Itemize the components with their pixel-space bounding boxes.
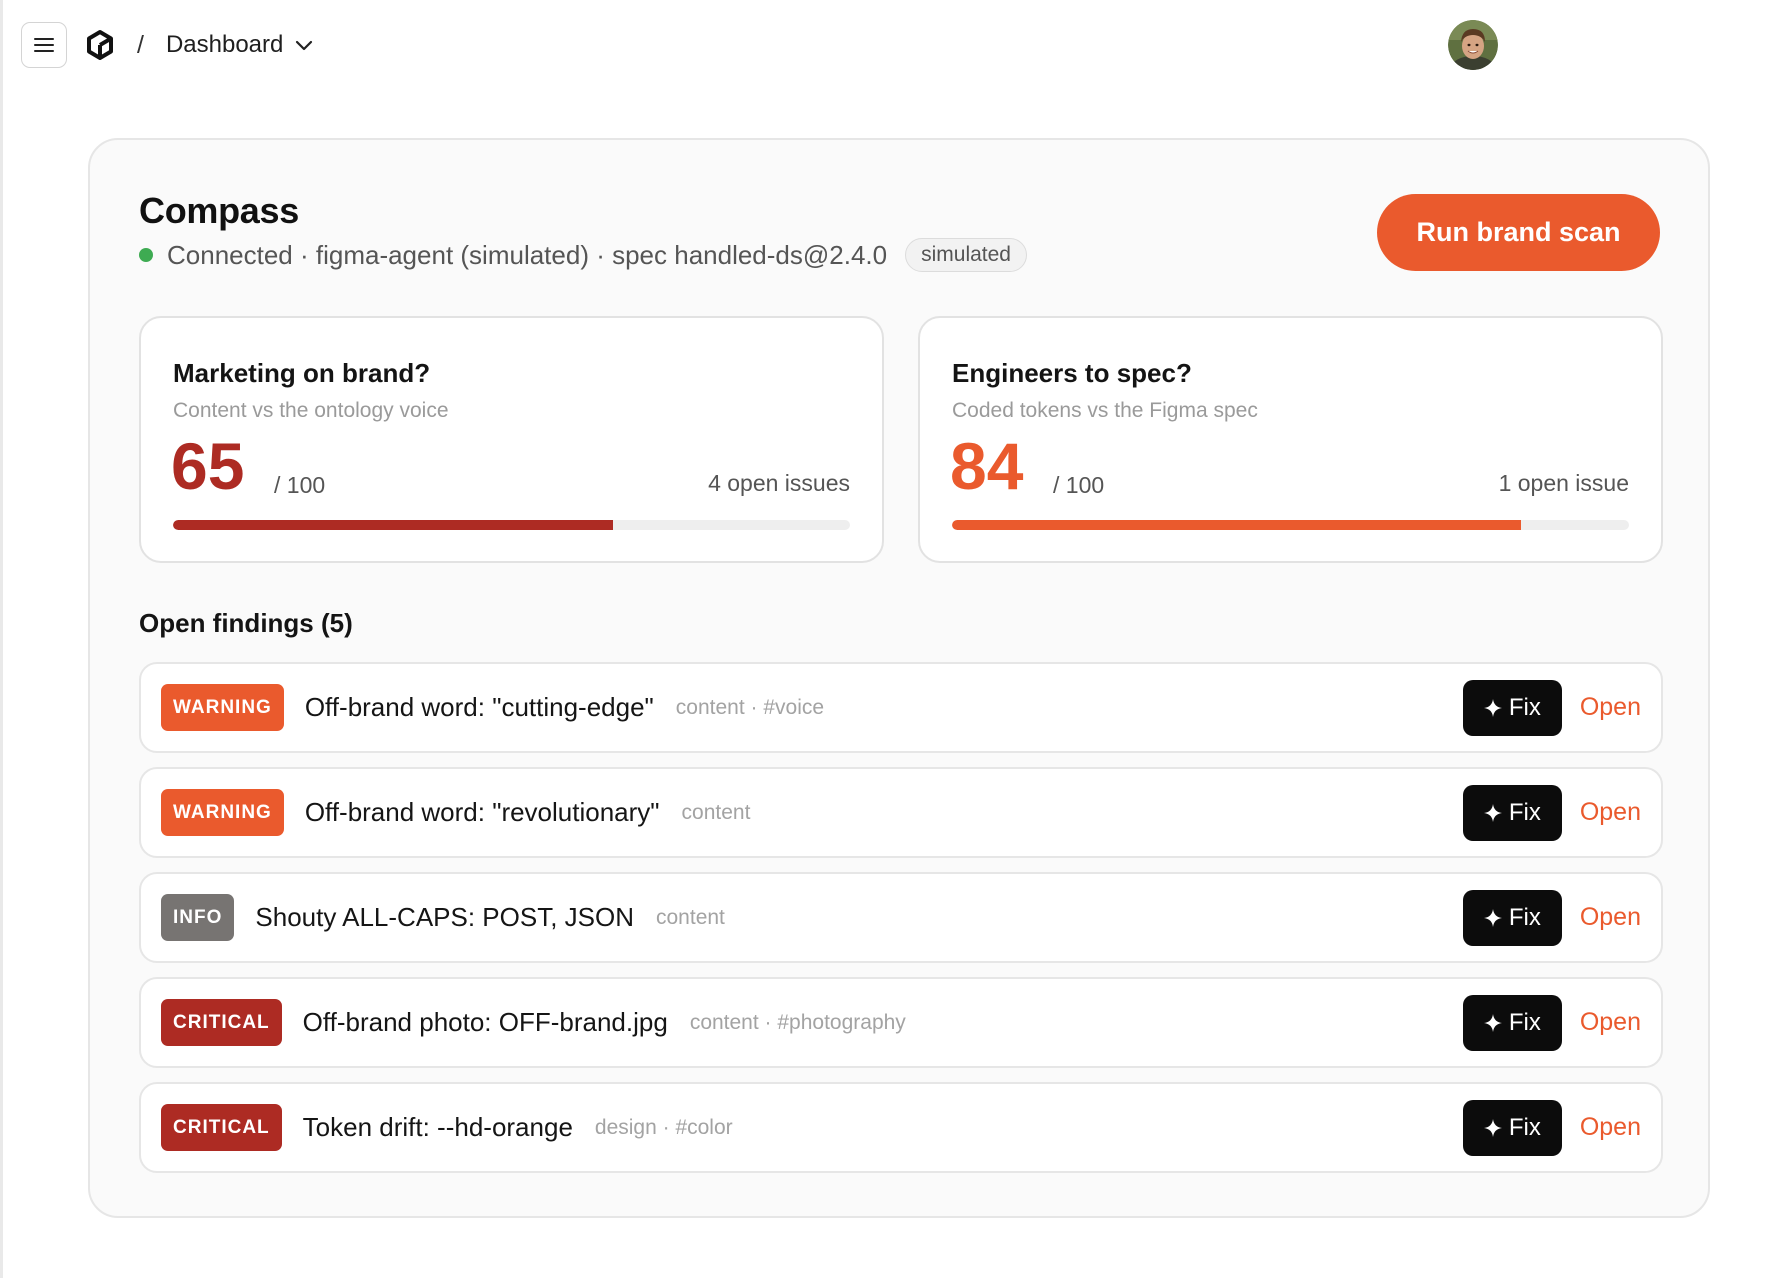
finding-tags: design · #color bbox=[594, 1115, 733, 1139]
page-title: Compass bbox=[139, 190, 299, 231]
score-title: Marketing on brand? bbox=[173, 358, 431, 388]
score-progress-track bbox=[173, 520, 850, 530]
finding-row: CRITICAL Off-brand photo: OFF-brand.jpg … bbox=[139, 977, 1663, 1068]
sparkle-icon bbox=[1483, 803, 1502, 822]
open-issues-count: 1 open issue bbox=[1498, 470, 1629, 496]
severity-badge: WARNING bbox=[161, 789, 284, 836]
fix-label: Fix bbox=[1508, 1008, 1541, 1036]
score-max: / 100 bbox=[274, 472, 326, 498]
fix-label: Fix bbox=[1508, 693, 1541, 721]
open-link[interactable]: Open bbox=[1580, 798, 1641, 827]
top-bar: / Dashboard bbox=[21, 20, 1782, 70]
finding-row: CRITICAL Token drift: --hd-orange design… bbox=[139, 1082, 1663, 1173]
open-link[interactable]: Open bbox=[1580, 693, 1641, 722]
score-title: Engineers to spec? bbox=[952, 358, 1192, 388]
compass-card: Compass Connected · figma-agent (simulat… bbox=[88, 138, 1710, 1218]
open-issues-count: 4 open issues bbox=[708, 470, 850, 496]
score-progress-track bbox=[952, 520, 1629, 530]
logo-icon[interactable] bbox=[83, 28, 117, 62]
finding-row: WARNING Off-brand word: "revolutionary" … bbox=[139, 767, 1663, 858]
findings-heading: Open findings (5) bbox=[139, 608, 353, 638]
fix-label: Fix bbox=[1508, 903, 1541, 931]
status-dot bbox=[139, 248, 153, 262]
score-max: / 100 bbox=[1053, 472, 1105, 498]
finding-row: WARNING Off-brand word: "cutting-edge" c… bbox=[139, 662, 1663, 753]
breadcrumb-separator: / bbox=[137, 30, 144, 59]
finding-row: INFO Shouty ALL-CAPS: POST, JSON content… bbox=[139, 872, 1663, 963]
severity-badge: CRITICAL bbox=[161, 999, 282, 1046]
finding-tags: content · #voice bbox=[675, 695, 825, 719]
run-brand-scan-button[interactable]: Run brand scan bbox=[1377, 194, 1660, 271]
fix-button[interactable]: Fix bbox=[1462, 1099, 1562, 1156]
score-progress-fill bbox=[952, 520, 1521, 530]
fix-label: Fix bbox=[1508, 1113, 1541, 1141]
finding-actions: Fix Open bbox=[1462, 769, 1641, 856]
breadcrumb-dashboard[interactable]: Dashboard bbox=[166, 31, 313, 59]
finding-title: Off-brand photo: OFF-brand.jpg bbox=[302, 1007, 668, 1037]
app-window: / Dashboard Compass Connected · figma-ag… bbox=[0, 0, 1782, 1278]
finding-actions: Fix Open bbox=[1462, 664, 1641, 751]
finding-title: Off-brand word: "cutting-edge" bbox=[304, 692, 654, 722]
sparkle-icon bbox=[1483, 908, 1502, 927]
severity-badge: CRITICAL bbox=[161, 1104, 282, 1151]
finding-title: Shouty ALL-CAPS: POST, JSON bbox=[255, 902, 634, 932]
finding-actions: Fix Open bbox=[1462, 1084, 1641, 1171]
sparkle-icon bbox=[1483, 1013, 1502, 1032]
fix-button[interactable]: Fix bbox=[1462, 679, 1562, 736]
fix-label: Fix bbox=[1508, 798, 1541, 826]
connection-status: Connected · figma-agent (simulated) · sp… bbox=[139, 238, 1027, 272]
engineering-score-panel: Engineers to spec? Coded tokens vs the F… bbox=[918, 316, 1663, 563]
sparkle-icon bbox=[1483, 698, 1502, 717]
severity-badge: WARNING bbox=[161, 684, 284, 731]
finding-tags: content bbox=[681, 800, 751, 824]
finding-tags: content bbox=[656, 905, 725, 929]
open-link[interactable]: Open bbox=[1580, 1113, 1641, 1142]
open-link[interactable]: Open bbox=[1580, 1008, 1641, 1037]
score-subtitle: Coded tokens vs the Figma spec bbox=[952, 399, 1258, 422]
finding-tags: content · #photography bbox=[689, 1010, 906, 1034]
fix-button[interactable]: Fix bbox=[1462, 889, 1562, 946]
open-link[interactable]: Open bbox=[1580, 903, 1641, 932]
finding-title: Off-brand word: "revolutionary" bbox=[304, 797, 660, 827]
findings-list: WARNING Off-brand word: "cutting-edge" c… bbox=[139, 662, 1663, 1187]
status-text: Connected · figma-agent (simulated) · sp… bbox=[167, 239, 888, 270]
marketing-score-panel: Marketing on brand? Content vs the ontol… bbox=[139, 316, 884, 563]
score-value: 65 bbox=[171, 429, 245, 503]
finding-actions: Fix Open bbox=[1462, 874, 1641, 961]
fix-button[interactable]: Fix bbox=[1462, 994, 1562, 1051]
score-progress-fill bbox=[173, 520, 614, 530]
user-avatar[interactable] bbox=[1448, 20, 1498, 70]
fix-button[interactable]: Fix bbox=[1462, 784, 1562, 841]
score-value: 84 bbox=[950, 429, 1024, 503]
menu-button[interactable] bbox=[21, 22, 67, 68]
severity-badge: INFO bbox=[161, 894, 235, 941]
menu-icon bbox=[34, 38, 54, 52]
simulated-badge: simulated bbox=[905, 238, 1027, 272]
finding-actions: Fix Open bbox=[1462, 979, 1641, 1066]
finding-title: Token drift: --hd-orange bbox=[302, 1112, 573, 1142]
chevron-down-icon bbox=[295, 39, 313, 51]
score-subtitle: Content vs the ontology voice bbox=[173, 399, 449, 422]
breadcrumb-label: Dashboard bbox=[165, 31, 284, 58]
sparkle-icon bbox=[1483, 1118, 1502, 1137]
